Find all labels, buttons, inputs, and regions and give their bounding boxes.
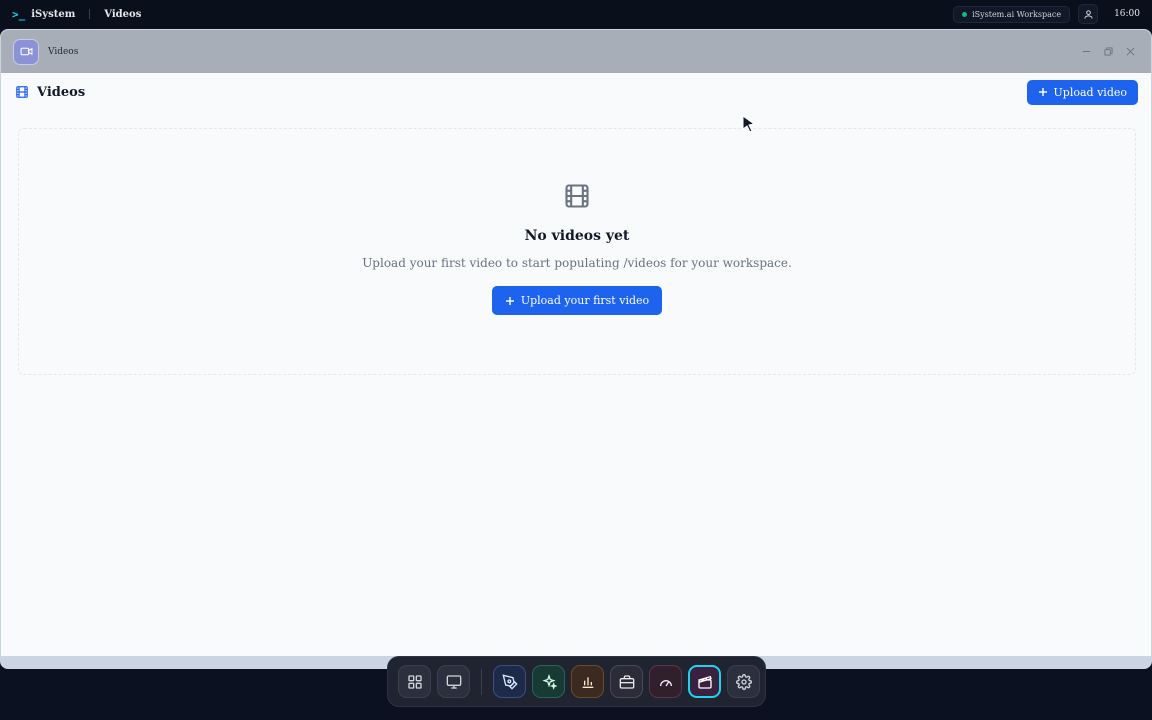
- divider: [89, 9, 91, 19]
- system-topbar: >_ iSystem Videos iSystem.ai Workspace 1…: [0, 0, 1152, 28]
- clock: 16:00: [1114, 9, 1140, 19]
- minimize-icon[interactable]: [1081, 47, 1091, 57]
- close-icon[interactable]: [1125, 47, 1135, 57]
- brand-name: iSystem: [31, 8, 76, 20]
- topbar-right: iSystem.ai Workspace 16:00: [953, 4, 1140, 24]
- app-window: Videos Videos Upload video No videos yet…: [0, 29, 1152, 669]
- status-dot: [962, 11, 968, 17]
- sparkles-icon[interactable]: [532, 665, 565, 698]
- plus-icon: [1038, 88, 1047, 96]
- page-title: Videos: [37, 84, 86, 100]
- terminal-icon: >_: [12, 7, 26, 21]
- user-button[interactable]: [1078, 4, 1099, 24]
- video-camera-icon: [13, 38, 39, 65]
- user-icon: [1083, 9, 1093, 19]
- film-icon: [563, 182, 591, 214]
- grid-icon[interactable]: [398, 665, 431, 698]
- dock-divider: [481, 668, 482, 695]
- empty-state-title: No videos yet: [524, 228, 630, 244]
- dock: [387, 656, 766, 707]
- empty-state-card: No videos yet Upload your first video to…: [18, 128, 1136, 375]
- clapperboard-icon[interactable]: [688, 665, 721, 698]
- window-title: Videos: [48, 46, 79, 57]
- upload-first-video-button[interactable]: Upload your first video: [491, 286, 663, 315]
- upload-video-label: Upload video: [1053, 85, 1127, 99]
- pen-icon[interactable]: [493, 665, 526, 698]
- briefcase-icon[interactable]: [610, 665, 643, 698]
- brand[interactable]: >_ iSystem: [12, 8, 75, 21]
- page-header: Videos Upload video: [1, 73, 1151, 111]
- upload-first-video-label: Upload your first video: [520, 294, 650, 307]
- empty-state-subtitle: Upload your first video to start populat…: [362, 256, 792, 270]
- bar-chart-icon[interactable]: [571, 665, 604, 698]
- film-icon: [16, 86, 28, 98]
- plus-icon: [505, 296, 514, 305]
- workspace-chip[interactable]: iSystem.ai Workspace: [953, 5, 1071, 23]
- workspace-name: iSystem.ai Workspace: [972, 9, 1062, 19]
- upload-video-button[interactable]: Upload video: [1026, 79, 1138, 105]
- window-titlebar[interactable]: Videos: [1, 30, 1151, 73]
- mouse-cursor-icon: [742, 115, 756, 133]
- breadcrumb: Videos: [104, 8, 142, 20]
- restore-icon[interactable]: [1103, 47, 1113, 57]
- window-controls: [1081, 47, 1135, 57]
- monitor-icon[interactable]: [437, 665, 470, 698]
- gauge-icon[interactable]: [649, 665, 682, 698]
- gear-icon[interactable]: [727, 665, 760, 698]
